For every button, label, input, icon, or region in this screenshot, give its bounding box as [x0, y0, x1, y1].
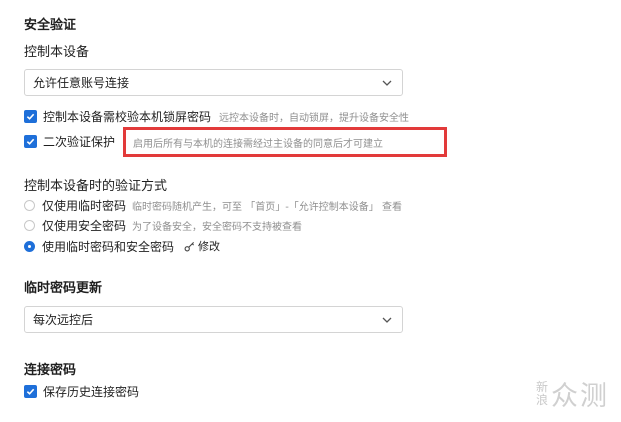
- two-factor-label: 二次验证保护: [43, 134, 116, 149]
- temp-password-title: 临时密码更新: [24, 281, 103, 296]
- two-factor-checkbox-row[interactable]: 二次验证保护: [24, 133, 115, 149]
- watermark-logo: 新 浪: [536, 379, 549, 407]
- edit-password-link[interactable]: 修改: [184, 238, 220, 254]
- lock-screen-checkbox-row[interactable]: 控制本设备需校验本机锁屏密码 远控本设备时，自动锁屏，提升设备安全性: [24, 108, 409, 124]
- verify-option-label: 仅使用临时密码: [42, 198, 127, 213]
- key-icon: [184, 241, 195, 251]
- verify-option-both[interactable]: 使用临时密码和安全密码 修改: [24, 238, 220, 254]
- edit-password-label: 修改: [198, 240, 221, 253]
- radio-unchecked-icon[interactable]: [24, 219, 35, 231]
- control-mode-select[interactable]: 允许任意账号连接: [24, 69, 403, 96]
- radio-unchecked-icon[interactable]: [24, 199, 35, 211]
- verify-option-temp[interactable]: 仅使用临时密码 临时密码随机产生，可至 「首页」-「允许控制本设备」 查看: [24, 197, 402, 213]
- temp-password-select-value: 每次远控后: [33, 313, 94, 327]
- verify-option-label: 使用临时密码和安全密码: [42, 239, 175, 254]
- watermark: 新 浪 众测: [536, 374, 609, 413]
- lock-screen-label: 控制本设备需校验本机锁屏密码: [43, 109, 212, 124]
- connection-password-title: 连接密码: [24, 363, 77, 378]
- watermark-char-top: 新: [536, 379, 549, 394]
- settings-page: 安全验证 控制本设备 允许任意账号连接 控制本设备需校验本机锁屏密码 远控本设备…: [0, 0, 621, 422]
- checkbox-checked-icon[interactable]: [24, 134, 37, 148]
- verify-option-label: 仅使用安全密码: [42, 218, 127, 233]
- security-section-title: 安全验证: [24, 18, 77, 33]
- verify-option-hint: 为了设备安全，安全密码不支持被查看: [132, 221, 303, 233]
- temp-password-select[interactable]: 每次远控后: [24, 306, 403, 333]
- watermark-brand: 众测: [551, 381, 610, 412]
- chevron-down-icon: [382, 317, 392, 323]
- verify-option-secure[interactable]: 仅使用安全密码 为了设备安全，安全密码不支持被查看: [24, 217, 302, 233]
- save-history-label: 保存历史连接密码: [43, 384, 140, 399]
- checkbox-checked-icon[interactable]: [24, 384, 37, 398]
- radio-checked-icon[interactable]: [24, 240, 35, 252]
- verify-method-title: 控制本设备时的验证方式: [24, 179, 168, 194]
- two-factor-hint-highlight: 启用后所有与本机的连接需经过主设备的同意后才可建立: [123, 127, 447, 157]
- save-history-checkbox-row[interactable]: 保存历史连接密码: [24, 383, 139, 399]
- verify-option-hint: 临时密码随机产生，可至 「首页」-「允许控制本设备」 查看: [132, 201, 402, 213]
- watermark-char-bottom: 浪: [536, 392, 549, 407]
- two-factor-hint: 启用后所有与本机的连接需经过主设备的同意后才可建立: [133, 138, 383, 150]
- checkbox-checked-icon[interactable]: [24, 109, 37, 123]
- control-mode-select-value: 允许任意账号连接: [33, 76, 130, 90]
- chevron-down-icon: [382, 80, 392, 86]
- control-device-title: 控制本设备: [24, 45, 90, 60]
- lock-screen-hint: 远控本设备时，自动锁屏，提升设备安全性: [219, 112, 410, 124]
